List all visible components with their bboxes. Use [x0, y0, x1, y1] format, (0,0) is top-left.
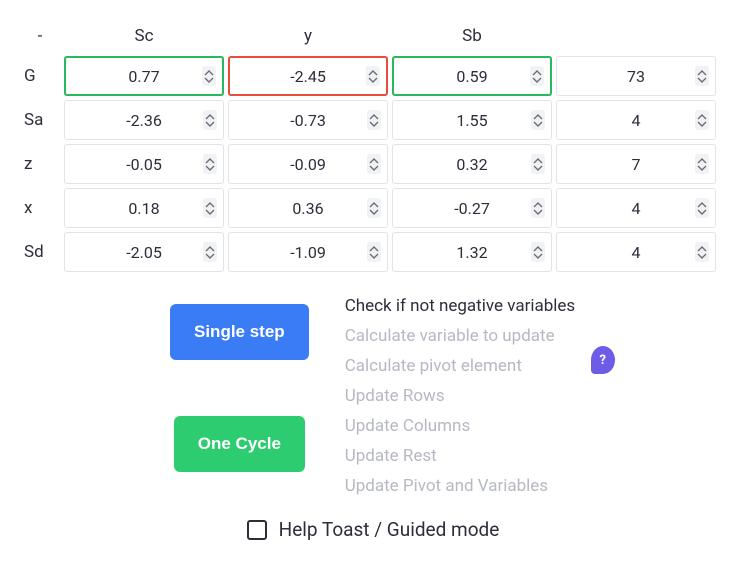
cell-value: -0.09	[290, 155, 326, 174]
cell-value: 0.77	[128, 67, 159, 86]
guided-mode-label: Help Toast / Guided mode	[279, 518, 500, 541]
column-header: Sb	[392, 20, 552, 52]
table-cell[interactable]: -2.45	[228, 56, 388, 96]
table-cell[interactable]: 0.36	[228, 188, 388, 228]
stepper-icon[interactable]	[531, 242, 545, 262]
row-header: Sa	[20, 110, 60, 130]
stepper-icon[interactable]	[695, 198, 709, 218]
step-item: Update Rest	[345, 446, 576, 466]
table-cell[interactable]: 4	[556, 188, 716, 228]
table-cell[interactable]: 0.18	[64, 188, 224, 228]
stepper-icon[interactable]	[531, 110, 545, 130]
cell-value: 0.18	[128, 199, 159, 218]
simplex-table: -ScySb G 0.77 -2.45 0.59 73 Sa -2.36 -0.73 1.55 4 z…	[20, 20, 726, 272]
cell-value: 7	[632, 155, 641, 174]
cell-value: -2.05	[126, 243, 162, 262]
cell-value: 1.55	[456, 111, 487, 130]
steps-list: ? Check if not negative variablesCalcula…	[345, 296, 576, 496]
table-cell[interactable]: 0.59	[392, 56, 552, 96]
cell-value: 0.36	[292, 199, 323, 218]
table-cell[interactable]: -1.09	[228, 232, 388, 272]
table-cell[interactable]: 0.32	[392, 144, 552, 184]
cell-value: 0.59	[456, 67, 487, 86]
table-cell[interactable]: 1.55	[392, 100, 552, 140]
column-header: -	[20, 20, 60, 52]
stepper-icon[interactable]	[366, 66, 380, 86]
cell-value: -0.05	[126, 155, 162, 174]
table-cell[interactable]: -0.05	[64, 144, 224, 184]
table-cell[interactable]: -2.05	[64, 232, 224, 272]
one-cycle-button[interactable]: One Cycle	[174, 416, 305, 472]
table-cell[interactable]: 1.32	[392, 232, 552, 272]
stepper-icon[interactable]	[367, 154, 381, 174]
table-cell[interactable]: -2.36	[64, 100, 224, 140]
row-header: z	[20, 154, 60, 174]
table-cell[interactable]: 7	[556, 144, 716, 184]
stepper-icon[interactable]	[203, 110, 217, 130]
guided-mode-checkbox[interactable]	[247, 520, 267, 540]
table-cell[interactable]: 4	[556, 100, 716, 140]
stepper-icon[interactable]	[202, 66, 216, 86]
cell-value: -2.36	[126, 111, 162, 130]
table-cell[interactable]: 0.77	[64, 56, 224, 96]
help-icon[interactable]: ?	[591, 346, 615, 374]
cell-value: -1.09	[290, 243, 326, 262]
step-item: Check if not negative variables	[345, 296, 576, 316]
stepper-icon[interactable]	[695, 110, 709, 130]
step-item: Calculate pivot element	[345, 356, 576, 376]
cell-value: 4	[632, 199, 641, 218]
step-item: Update Columns	[345, 416, 576, 436]
cell-value: 1.32	[456, 243, 487, 262]
row-header: x	[20, 198, 60, 218]
stepper-icon[interactable]	[695, 66, 709, 86]
controls-row: Single step One Cycle ? Check if not neg…	[20, 296, 726, 496]
stepper-icon[interactable]	[203, 242, 217, 262]
table-cell[interactable]: -0.73	[228, 100, 388, 140]
stepper-icon[interactable]	[203, 198, 217, 218]
row-header: G	[20, 66, 60, 86]
table-cell[interactable]: -0.09	[228, 144, 388, 184]
single-step-button[interactable]: Single step	[170, 304, 309, 360]
stepper-icon[interactable]	[695, 154, 709, 174]
cell-value: 4	[632, 243, 641, 262]
cell-value: -2.45	[290, 67, 326, 86]
column-header	[556, 30, 716, 42]
cell-value: -0.73	[290, 111, 326, 130]
cell-value: 0.32	[456, 155, 487, 174]
stepper-icon[interactable]	[367, 198, 381, 218]
table-cell[interactable]: 73	[556, 56, 716, 96]
stepper-icon[interactable]	[203, 154, 217, 174]
footer-row: Help Toast / Guided mode	[20, 518, 726, 541]
stepper-icon[interactable]	[530, 66, 544, 86]
row-header: Sd	[20, 242, 60, 262]
cell-value: 4	[632, 111, 641, 130]
column-header: Sc	[64, 20, 224, 52]
step-item: Update Pivot and Variables	[345, 476, 576, 496]
cell-value: -0.27	[454, 199, 490, 218]
stepper-icon[interactable]	[531, 198, 545, 218]
stepper-icon[interactable]	[367, 242, 381, 262]
stepper-icon[interactable]	[367, 110, 381, 130]
step-item: Calculate variable to update	[345, 326, 576, 346]
step-item: Update Rows	[345, 386, 576, 406]
action-buttons: Single step One Cycle	[170, 296, 309, 496]
column-header: y	[228, 20, 388, 52]
cell-value: 73	[627, 67, 645, 86]
stepper-icon[interactable]	[531, 154, 545, 174]
table-cell[interactable]: 4	[556, 232, 716, 272]
table-cell[interactable]: -0.27	[392, 188, 552, 228]
stepper-icon[interactable]	[695, 242, 709, 262]
